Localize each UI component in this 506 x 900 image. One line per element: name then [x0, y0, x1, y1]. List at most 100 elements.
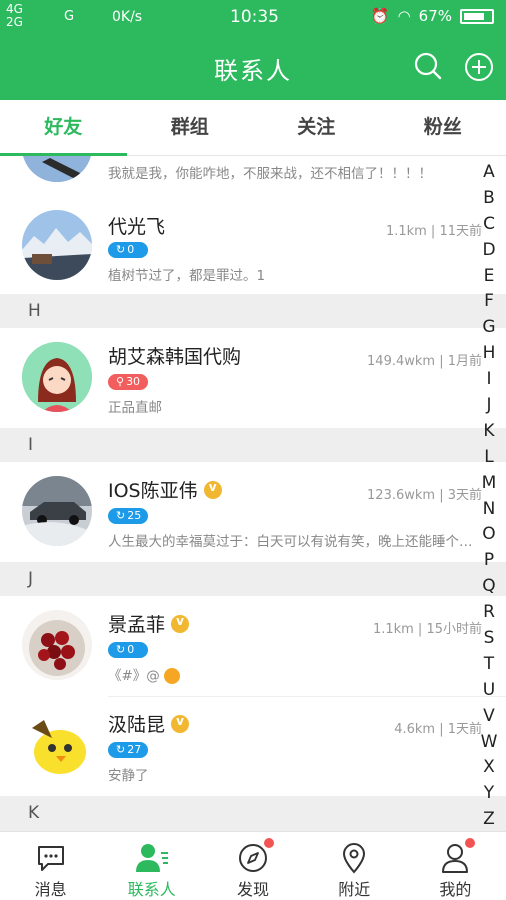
tab-following[interactable]: 关注: [253, 100, 380, 155]
index-letter[interactable]: N: [478, 497, 500, 523]
avatar: [22, 342, 92, 412]
index-letter[interactable]: Y: [478, 781, 500, 807]
index-letter[interactable]: K: [478, 419, 500, 445]
search-icon[interactable]: [414, 52, 442, 80]
index-letter[interactable]: A: [478, 160, 500, 186]
emoji-icon: [164, 668, 181, 684]
nav-nearby[interactable]: 附近: [304, 832, 405, 900]
tab-fans[interactable]: 粉丝: [380, 100, 506, 155]
contact-name: 景孟菲: [108, 610, 190, 637]
index-letter[interactable]: E: [478, 264, 500, 290]
nav-discover[interactable]: 发现: [202, 832, 303, 900]
badge-count: 0: [127, 243, 135, 256]
battery-percent: 67%: [418, 7, 452, 25]
network-speed: 0K/s: [112, 9, 143, 25]
app-header: 联系人: [0, 34, 506, 100]
wifi-icon: ◠: [397, 7, 411, 25]
index-letter[interactable]: S: [478, 626, 500, 652]
contact-name-text: 汲陆昆: [108, 714, 166, 736]
nav-messages[interactable]: 消息: [0, 832, 101, 900]
index-letter[interactable]: C: [478, 212, 500, 238]
clock: 10:35: [230, 7, 279, 27]
compass-icon: [239, 844, 267, 872]
signature-text: 《#》@: [108, 668, 160, 684]
link-icon: ↻: [116, 643, 126, 656]
index-letter[interactable]: G: [478, 315, 500, 341]
nav-label: 附近: [338, 880, 371, 899]
divider: [108, 696, 506, 697]
contact-name-text: 景孟菲: [108, 614, 166, 636]
index-letter[interactable]: L: [478, 445, 500, 471]
index-letter[interactable]: T: [478, 652, 500, 678]
link-icon: ↻: [116, 509, 126, 522]
list-item[interactable]: 我就是我，你能咋地，不服来战，还不相信了！！！！: [0, 156, 506, 196]
link-icon: ↻: [116, 743, 126, 756]
section-header-k: K: [0, 796, 506, 831]
index-letter[interactable]: M: [478, 471, 500, 497]
index-letter[interactable]: V: [478, 704, 500, 730]
avatar: [22, 710, 92, 780]
index-letter[interactable]: H: [478, 341, 500, 367]
signal-indicator: 4G 2G: [6, 3, 23, 29]
index-letter[interactable]: U: [478, 678, 500, 704]
notification-dot: [464, 838, 475, 848]
status-right: ⏰ ◠ 67%: [371, 7, 494, 25]
message-icon: [37, 846, 64, 871]
nav-label: 消息: [34, 880, 67, 899]
contact-list[interactable]: 我就是我，你能咋地，不服来战，还不相信了！！！！ 代光飞 1.1km | 11天…: [0, 156, 506, 831]
status-badge: ⚲ 30: [108, 374, 148, 390]
contact-name: 汲陆昆: [108, 710, 190, 737]
verified-icon: [203, 480, 222, 499]
nav-label: 联系人: [127, 880, 176, 899]
tab-friends[interactable]: 好友: [0, 100, 127, 156]
nav-contacts[interactable]: 联系人: [101, 832, 202, 900]
index-letter[interactable]: Z: [478, 807, 500, 833]
status-badge: ↻ 27: [108, 742, 148, 758]
link-icon: ↻: [116, 243, 126, 256]
badge-count: 30: [126, 375, 141, 388]
tab-bar: 好友 群组 关注 粉丝: [0, 100, 506, 156]
status-badge: ↻ 0: [108, 242, 148, 258]
tab-groups[interactable]: 群组: [127, 100, 254, 155]
status-badge: ↻ 25: [108, 508, 148, 524]
index-letter[interactable]: P: [478, 548, 500, 574]
index-letter[interactable]: X: [478, 755, 500, 781]
contact-distance-time: 4.6km | 1天前: [394, 722, 482, 737]
badge-count: 27: [127, 743, 142, 756]
index-letter[interactable]: I: [478, 367, 500, 393]
contact-signature: 我就是我，你能咋地，不服来战，还不相信了！！！！: [108, 166, 432, 182]
alphabet-index[interactable]: A B C D E F G H I J K L M N O P Q R S T …: [478, 160, 500, 833]
list-item[interactable]: IOS陈亚伟 123.6wkm | 3天前 ↻25 人生最大的幸福莫过于：白天可…: [0, 462, 506, 560]
search-small-icon: ⚲: [116, 375, 125, 388]
verified-icon: [171, 714, 190, 733]
list-item[interactable]: 代光飞 1.1km | 11天前 ↻ 0 植树节过了，都是罪过。1: [0, 198, 506, 294]
contact-distance-time: 1.1km | 11天前: [385, 224, 482, 239]
index-letter[interactable]: W: [478, 730, 500, 756]
bottom-nav: 消息 联系人 发现 附近 我的: [0, 831, 506, 900]
contact-signature: 安静了: [108, 768, 149, 784]
contacts-icon: [135, 844, 168, 872]
index-letter[interactable]: J: [478, 393, 500, 419]
status-bar: 4G 2G G 0K/s 10:35 ⏰ ◠ 67%: [0, 0, 506, 34]
contact-distance-time: 123.6wkm | 3天前: [367, 488, 482, 503]
contact-name: 胡艾森韩国代购: [108, 346, 242, 368]
list-item[interactable]: 汲陆昆 4.6km | 1天前 ↻27 安静了: [0, 696, 506, 794]
contact-distance-time: 149.4wkm | 1月前: [367, 354, 482, 369]
badge-count: 25: [127, 509, 142, 522]
nav-profile[interactable]: 我的: [405, 832, 506, 900]
battery-icon: [460, 8, 494, 24]
list-item[interactable]: 景孟菲 1.1km | 15小时前 ↻0 《#》@: [0, 596, 506, 694]
index-letter[interactable]: O: [478, 522, 500, 548]
index-letter[interactable]: R: [478, 600, 500, 626]
index-letter[interactable]: B: [478, 186, 500, 212]
list-item[interactable]: 胡艾森韩国代购 149.4wkm | 1月前 ⚲ 30 正品直邮: [0, 328, 506, 426]
contact-signature: 植树节过了，都是罪过。1: [108, 268, 266, 284]
nav-label: 发现: [237, 880, 270, 899]
add-icon[interactable]: [464, 52, 494, 82]
avatar: [22, 476, 92, 546]
index-letter[interactable]: Q: [478, 574, 500, 600]
verified-icon: [171, 614, 190, 633]
index-letter[interactable]: D: [478, 238, 500, 264]
index-letter[interactable]: F: [478, 289, 500, 315]
contact-name-text: IOS陈亚伟: [108, 480, 198, 502]
